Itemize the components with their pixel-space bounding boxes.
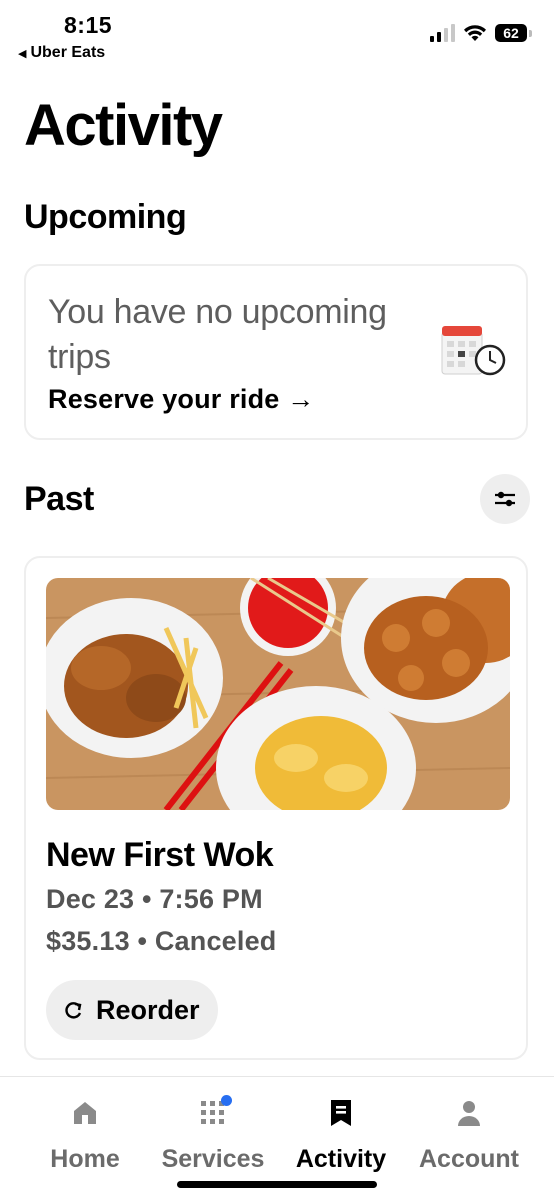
triangle-left-icon: ◀ [18, 47, 27, 60]
tab-account[interactable]: Account [404, 1095, 534, 1174]
wifi-icon [464, 25, 486, 41]
order-price-status: $35.13 • Canceled [46, 926, 277, 956]
person-icon [458, 1101, 480, 1126]
order-datetime: Dec 23 • 7:56 PM [46, 884, 263, 914]
tab-services[interactable]: Services [148, 1095, 278, 1174]
tab-services-label: Services [161, 1145, 265, 1173]
sliders-icon [495, 491, 515, 507]
back-app-label: Uber Eats [30, 44, 106, 61]
tab-activity-label: Activity [295, 1145, 387, 1173]
back-to-app-link[interactable]: ◀ Uber Eats [18, 44, 105, 62]
status-icons: 62 [430, 24, 532, 42]
reorder-button[interactable]: Reorder [46, 980, 218, 1040]
reserve-ride-link[interactable]: Reserve your ride → [48, 384, 314, 415]
battery-icon: 62 [495, 24, 532, 42]
calendar-clock-icon [441, 326, 506, 376]
status-bar: 8:15 ◀ Uber Eats 62 [0, 0, 554, 70]
restaurant-name: New First Wok [46, 836, 274, 874]
page-title: Activity [24, 93, 223, 158]
reorder-label: Reorder [96, 994, 200, 1025]
tab-activity[interactable]: Activity [276, 1095, 406, 1174]
upcoming-card: You have no upcoming trips Reserve your … [24, 264, 528, 440]
refresh-icon [65, 1002, 82, 1019]
past-heading: Past [24, 480, 94, 518]
tab-home-label: Home [50, 1145, 120, 1173]
cellular-signal-icon [430, 24, 455, 42]
battery-level: 62 [495, 24, 527, 42]
notification-badge [221, 1095, 232, 1106]
upcoming-heading: Upcoming [24, 198, 187, 236]
home-indicator [177, 1181, 377, 1188]
tab-account-label: Account [419, 1145, 519, 1173]
home-icon [74, 1102, 96, 1124]
clock: 8:15 [64, 12, 113, 38]
receipt-icon [331, 1100, 351, 1126]
past-order-card[interactable]: New First Wok Dec 23 • 7:56 PM $35.13 • … [24, 556, 528, 1060]
tab-home[interactable]: Home [20, 1095, 150, 1174]
restaurant-food-photo [46, 578, 510, 810]
filter-button[interactable] [480, 474, 530, 524]
no-upcoming-message: You have no upcoming trips [48, 293, 387, 376]
